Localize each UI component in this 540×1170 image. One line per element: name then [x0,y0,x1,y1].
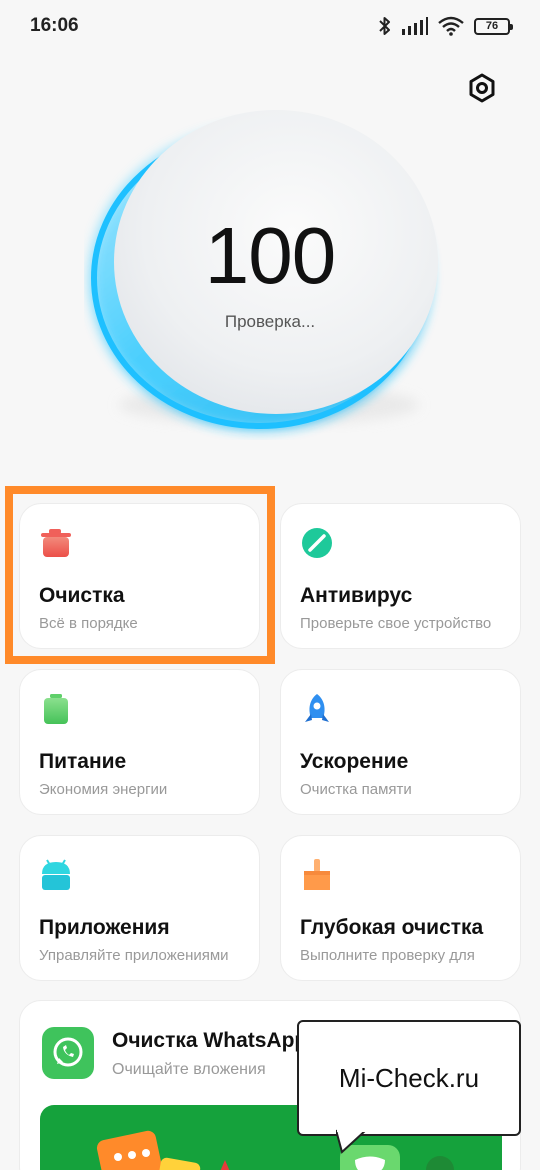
android-icon [42,859,70,890]
trash-icon [41,529,71,557]
card-cleanup[interactable]: Очистка Всё в порядке [19,503,260,649]
card-title: Антивирус [300,584,413,607]
card-title: Ускорение [300,750,409,773]
card-antivirus[interactable]: Антивирус Проверьте свое устройство [280,503,521,649]
card-title: Очистка [39,584,125,607]
settings-button[interactable] [466,72,498,104]
wifi-icon [438,16,464,36]
card-subtitle: Выполните проверку для [300,947,475,964]
card-title: Питание [39,750,127,773]
watermark-callout: Mi-Check.ru [297,1020,521,1136]
card-subtitle: Очищайте вложения [112,1061,266,1078]
card-boost[interactable]: Ускорение Очистка памяти [280,669,521,815]
status-time: 16:06 [30,15,79,36]
card-subtitle: Экономия энергии [39,781,168,798]
card-subtitle: Всё в порядке [39,615,138,632]
status-bar: 16:06 76 [0,0,540,52]
card-title: Глубокая очистка [300,916,484,939]
score-status: Проверка... [224,312,316,331]
card-subtitle: Очистка памяти [300,781,412,798]
card-apps[interactable]: Приложения Управляйте приложениями [19,835,260,981]
whatsapp-icon [42,1027,94,1079]
brush-icon [304,859,330,890]
battery-icon [44,694,68,724]
shield-check-icon [302,528,332,558]
rocket-icon [305,694,329,722]
bluetooth-icon [378,16,392,36]
battery-icon: 76 [474,17,513,35]
card-title: Очистка WhatsApp [112,1029,308,1052]
gear-icon [469,73,495,103]
card-subtitle: Проверьте свое устройство [300,615,492,632]
signal-icon [402,17,428,35]
callout-tail [336,1128,367,1154]
card-power[interactable]: Питание Экономия энергии [19,669,260,815]
status-icons: 76 [378,16,513,36]
score-value: 100 [204,211,336,300]
card-subtitle: Управляйте приложениями [39,947,229,964]
card-title: Приложения [39,916,170,939]
card-deep-clean[interactable]: Глубокая очистка Выполните проверку для [280,835,521,981]
